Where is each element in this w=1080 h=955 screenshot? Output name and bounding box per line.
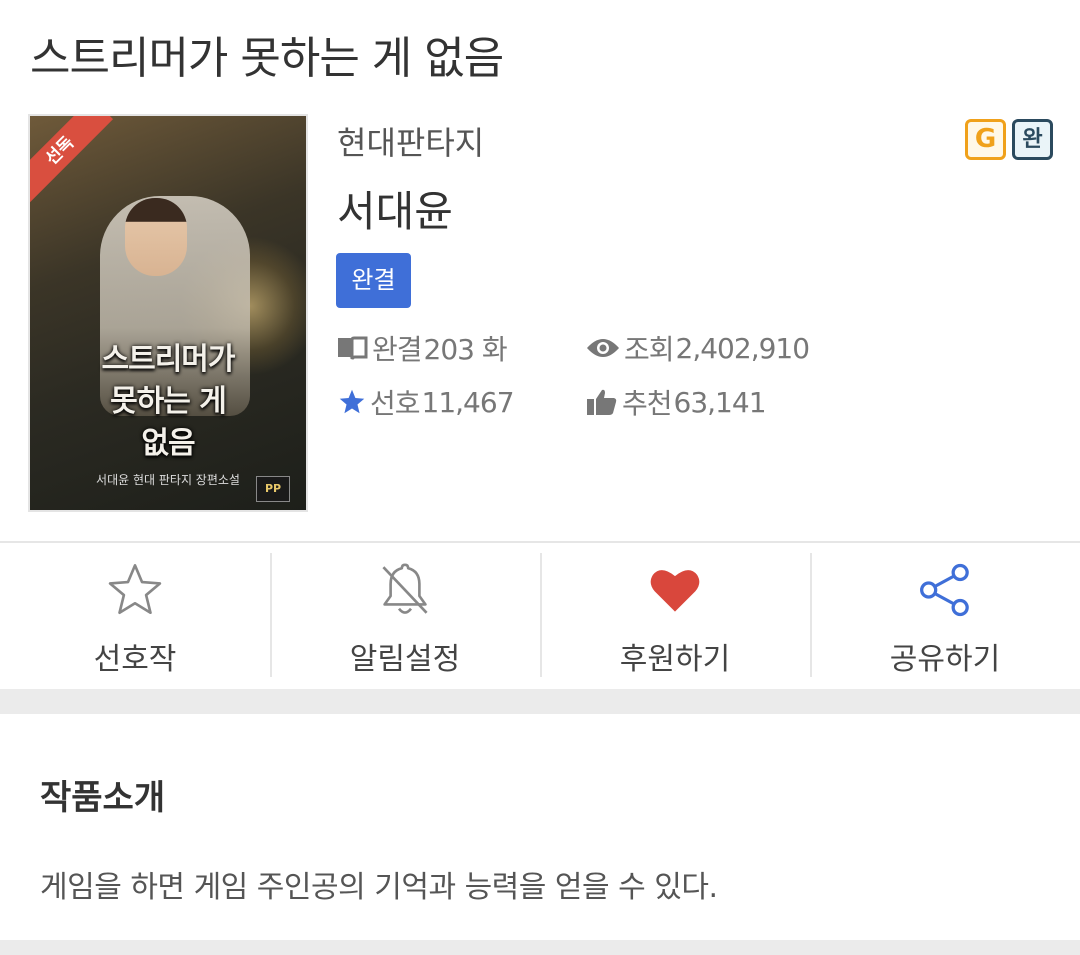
publisher-logo: PP <box>256 476 290 502</box>
cover-title-line1: 스트리머가 <box>101 342 236 377</box>
episodes-value: 203 화 <box>423 333 508 366</box>
notify-button-label: 알림설정 <box>349 642 461 677</box>
notify-button[interactable]: 알림설정 <box>270 543 540 689</box>
cover-title-line3: 없음 <box>141 426 195 461</box>
genre-label[interactable]: 현대판타지 <box>337 118 484 164</box>
page-title: 스트리머가 못하는 게 없음 <box>30 33 504 84</box>
share-icon <box>920 563 969 617</box>
action-separator <box>270 553 272 677</box>
status-badge: 완결 <box>336 253 411 308</box>
heart-icon <box>650 570 700 612</box>
views-label: 조회 <box>624 333 675 366</box>
bell-off-icon <box>382 563 428 614</box>
g-rating-badge: G <box>965 119 1006 160</box>
book-icon <box>338 336 368 360</box>
episodes-label: 완결 <box>372 333 423 366</box>
views-stat: 조회 2,402,910 <box>586 328 811 368</box>
intro-text: 게임을 하면 게임 주인공의 기억과 능력을 얻을 수 있다. <box>40 870 718 905</box>
complete-badge: 완 <box>1012 119 1053 160</box>
favorites-label: 선호 <box>370 387 421 420</box>
section-gap-bottom <box>0 940 1080 955</box>
share-button-label: 공유하기 <box>889 642 1001 677</box>
action-separator <box>810 553 812 677</box>
star-filled-icon <box>339 389 365 414</box>
recommend-label: 추천 <box>622 387 673 420</box>
section-gap <box>0 689 1080 714</box>
favorites-stat: 선호 11,467 <box>338 382 515 422</box>
recommend-value: 63,141 <box>673 385 767 419</box>
action-separator <box>540 553 542 677</box>
action-bar: 선호작 알림설정 후원하기 공유하기 <box>0 543 1080 689</box>
favorite-button-label: 선호작 <box>93 642 177 677</box>
support-button-label: 후원하기 <box>619 642 731 677</box>
cover-figure-head <box>125 198 187 276</box>
star-outline-icon <box>108 564 162 615</box>
cover-ribbon: 선독 <box>30 116 114 205</box>
cover-image[interactable]: 선독 스트리머가 못하는 게 없음 서대윤 현대 판타지 장편소설 PP <box>28 114 308 512</box>
author-name[interactable]: 서대윤 <box>337 178 453 239</box>
eye-icon <box>587 339 619 357</box>
favorites-value: 11,467 <box>421 385 515 419</box>
favorite-button[interactable]: 선호작 <box>0 543 270 689</box>
episodes-stat: 완결 203 화 <box>336 328 508 368</box>
cover-title-line2: 못하는 게 <box>110 384 227 419</box>
support-button[interactable]: 후원하기 <box>540 543 810 689</box>
share-button[interactable]: 공유하기 <box>810 543 1080 689</box>
intro-heading: 작품소개 <box>40 778 166 818</box>
views-value: 2,402,910 <box>675 331 811 365</box>
thumbs-up-icon <box>587 389 617 415</box>
recommend-stat: 추천 63,141 <box>586 382 767 422</box>
